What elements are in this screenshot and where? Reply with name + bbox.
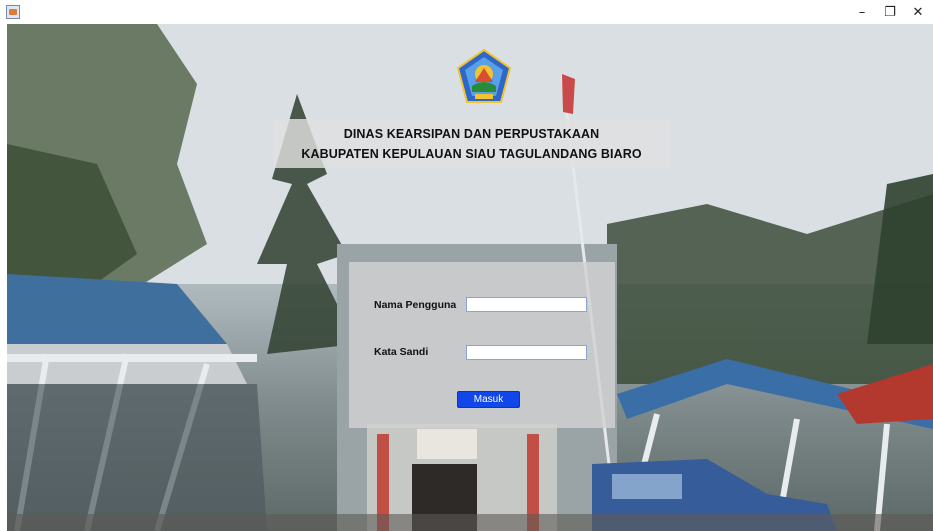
minimize-button[interactable]: – (848, 0, 876, 24)
window-titlebar: – ❐ ✕ (0, 0, 933, 24)
close-button[interactable]: ✕ (904, 0, 932, 24)
username-label: Nama Pengguna (374, 299, 457, 311)
maximize-button[interactable]: ❐ (876, 0, 904, 24)
agency-title-line1: DINAS KEARSIPAN DAN PERPUSTAKAAN (343, 126, 600, 141)
password-input[interactable] (466, 345, 587, 360)
java-app-icon (6, 5, 20, 19)
regency-emblem-logo (456, 48, 512, 103)
agency-title-line2: KABUPATEN KEPULAUAN SIAU TAGULANDANG BIA… (301, 146, 642, 161)
password-label: Kata Sandi (374, 346, 429, 358)
login-button[interactable]: Masuk (457, 391, 520, 408)
agency-title-banner: DINAS KEARSIPAN DAN PERPUSTAKAAN KABUPAT… (273, 119, 670, 168)
username-input[interactable] (466, 297, 587, 312)
